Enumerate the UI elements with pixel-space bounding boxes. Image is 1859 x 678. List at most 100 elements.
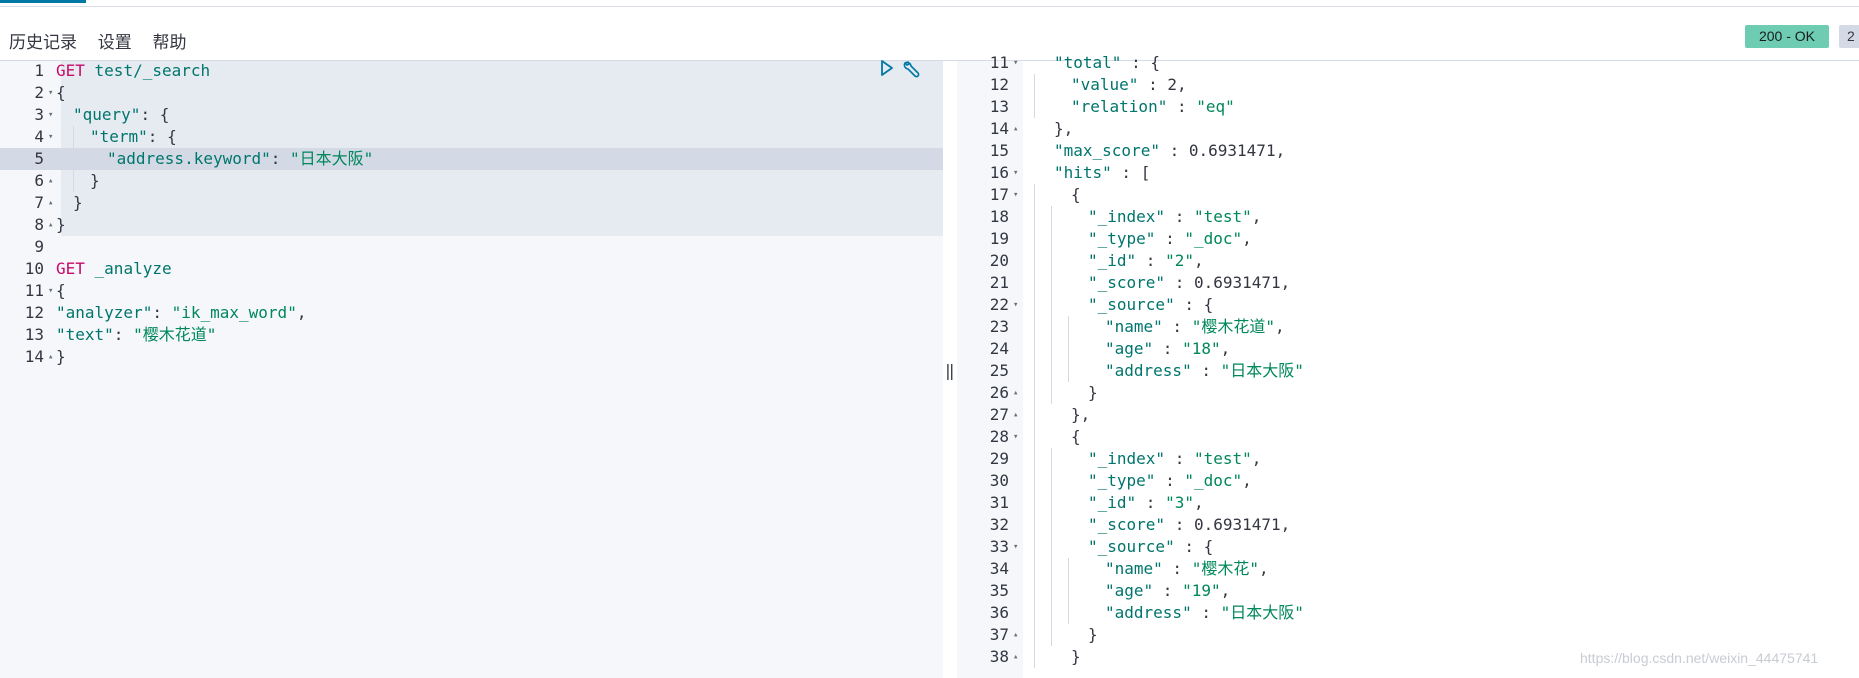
line-number: 1 [34,61,44,80]
fold-close-icon[interactable]: ▴ [48,170,53,192]
line-number: 24 [989,339,1009,358]
help-link[interactable]: 帮助 [152,33,186,52]
fold-close-icon[interactable]: ▴ [1013,118,1018,140]
toolbar-menu: 历史记录 设置 帮助 [9,28,202,53]
token-pun: : [1136,251,1166,270]
token-key: "name" [1105,317,1163,336]
code-text: "term": { [90,126,177,148]
fold-close-icon[interactable]: ▴ [1013,646,1018,668]
indent-guide [1034,228,1035,250]
token-num: 0.6931471 [1193,273,1281,292]
fold-close-icon[interactable]: ▴ [48,346,53,368]
indent-guide [1034,426,1035,448]
fold-open-icon[interactable]: ▾ [1013,426,1018,448]
token-pun: : [113,325,134,344]
indent-guide [1034,448,1035,470]
request-editor[interactable]: 1 GET test/_search 2 ▾{3 ▾ "query": {4 ▾ "term"… [0,61,943,678]
token-pun: : [ [1111,163,1151,182]
indent-guide [1051,602,1052,624]
token-pun: , [1220,339,1231,358]
token-str: "18" [1182,339,1221,358]
history-link[interactable]: 历史记录 [9,33,77,52]
line-number: 13 [989,97,1009,116]
indent-guide [1034,96,1035,118]
code-text: "_type" : "_doc", [1088,228,1252,250]
token-str: "3" [1165,493,1194,512]
indent-guide [1051,316,1052,338]
token-key: "max_score" [1054,141,1160,160]
line-number: 13 [24,325,44,344]
code-text: { [56,280,66,302]
token-pun: } [56,347,66,366]
fold-open-icon[interactable]: ▾ [1013,162,1018,184]
fold-close-icon[interactable]: ▴ [1013,624,1018,646]
token-pun: } [1088,625,1098,644]
code-text: "hits" : [ [1054,162,1150,184]
line-number: 19 [989,229,1009,248]
token-key: "_score" [1088,273,1166,292]
resizer-handle-icon[interactable]: ‖ [945,361,955,380]
indent-guide [1051,294,1052,316]
indent-guide [1034,536,1035,558]
indent-guide [1034,404,1035,426]
token-key: "_id" [1088,493,1137,512]
token-str: "樱木花道" [133,325,217,344]
fold-close-icon[interactable]: ▴ [48,214,53,236]
fold-open-icon[interactable]: ▾ [1013,294,1018,316]
fold-open-icon[interactable]: ▾ [1013,184,1018,206]
token-pun: , [1280,273,1291,292]
indent-guide [1034,558,1035,580]
line-number: 14 [989,119,1009,138]
fold-open-icon[interactable]: ▾ [48,104,53,126]
fold-open-icon[interactable]: ▾ [1013,536,1018,558]
fold-open-icon[interactable]: ▾ [48,126,53,148]
token-pun: : [152,303,172,322]
line-number: 37 [989,625,1009,644]
fold-close-icon[interactable]: ▴ [48,192,53,214]
line-number: 3 [34,105,44,124]
code-text: "relation" : "eq" [1071,96,1235,118]
fold-open-icon[interactable]: ▾ [1013,52,1018,74]
code-text: }, [1054,118,1073,140]
line-number: 33 [989,537,1009,556]
token-pun: : [1136,493,1166,512]
token-pun: : [1153,581,1183,600]
line-number: 15 [989,141,1009,160]
fold-close-icon[interactable]: ▴ [1013,382,1018,404]
token-pun: : [1165,449,1194,468]
code-text: } [1088,382,1098,404]
code-text: "_index" : "test", [1088,206,1261,228]
token-pun: } [73,193,83,212]
indent-guide [1034,492,1035,514]
indent-guide [1051,470,1052,492]
token-key: "_id" [1088,251,1137,270]
fold-open-icon[interactable]: ▾ [48,280,53,302]
indent-guide [1051,624,1052,646]
token-key: "address.keyword" [107,149,271,168]
response-viewer[interactable]: 11 ▾ "total" : {12 "value" : 2, 13 "relation"… [957,53,1859,678]
token-pun: : [1162,317,1192,336]
settings-link[interactable]: 设置 [98,33,132,52]
line-number: 25 [989,361,1009,380]
fold-open-icon[interactable]: ▾ [48,82,53,104]
wrench-icon[interactable] [902,60,922,80]
token-key: "address" [1105,603,1192,622]
token-pun: , [1274,317,1285,336]
token-str: "日本大阪" [1220,361,1304,380]
indent-guide [1068,558,1069,580]
line-number: 6 [34,171,44,190]
code-text: } [56,214,66,236]
token-str: "test" [1193,207,1252,226]
token-str: "ik_max_word" [171,303,297,322]
token-pun: : [1191,361,1221,380]
fold-close-icon[interactable]: ▴ [1013,404,1018,426]
line-number: 4 [34,127,44,146]
token-pun: : { [140,105,170,124]
play-icon[interactable] [880,60,894,76]
active-tab-indicator [0,0,86,3]
indent-guide [1034,316,1035,338]
indent-guide [1034,272,1035,294]
code-text: "address" : "日本大阪" [1105,602,1304,624]
token-pun: : [270,149,291,168]
panel-resizer[interactable]: ‖ [943,61,957,678]
